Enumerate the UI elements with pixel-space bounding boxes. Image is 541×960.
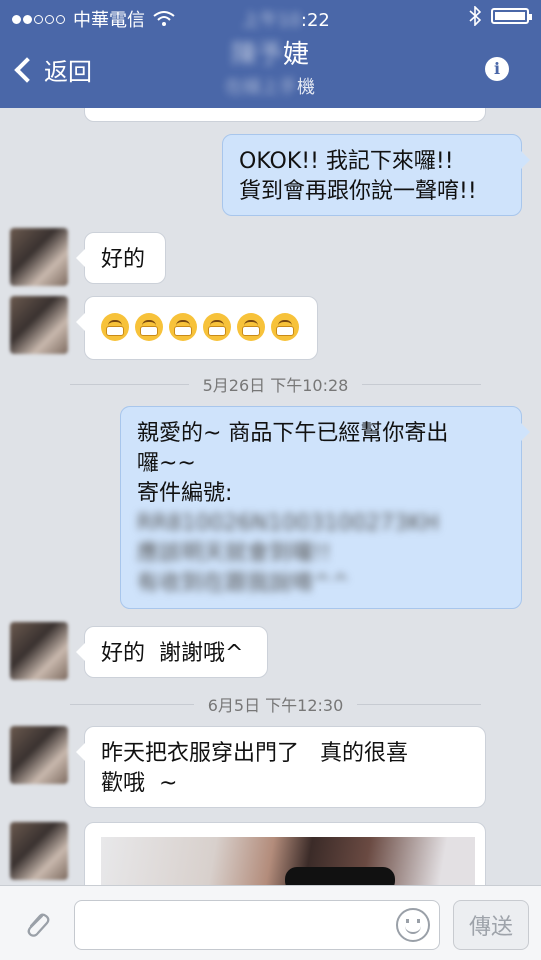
grinning-face-icon [203, 313, 231, 341]
contact-sub-visible: 機 [297, 77, 315, 98]
bluetooth-icon [469, 6, 481, 26]
wifi-icon [153, 11, 175, 26]
avatar[interactable] [10, 296, 68, 354]
contact-name-redacted: 陳予 [230, 40, 283, 70]
redacted-line: 有收到在跟我說唷^^ [137, 571, 350, 596]
grinning-face-icon [237, 313, 265, 341]
redacted-tracking-number: RR810026N1003100273KH [137, 511, 439, 536]
message-text: 好的 謝謝哦^ [101, 641, 244, 666]
signal-dots-icon [12, 14, 65, 24]
avatar[interactable] [10, 228, 68, 286]
message-line: OKOK!! 我記下來囉!! [239, 149, 454, 174]
message-bubble-outgoing: OKOK!! 我記下來囉!! 貨到會再跟你說一聲唷!! [222, 134, 530, 216]
message-bubble-incoming: 好的 [76, 232, 166, 284]
grinning-face-icon [101, 313, 129, 341]
status-bar: 中華電信 上午10:22 [12, 6, 532, 32]
photo-message[interactable] [84, 822, 486, 885]
grinning-face-icon [135, 313, 163, 341]
time-minutes: :22 [300, 10, 330, 31]
paperclip-icon[interactable] [22, 910, 52, 940]
smiley-icon[interactable] [396, 908, 430, 942]
status-right [469, 6, 532, 26]
message-bubble-incoming: 昨天把衣服穿出門了 真的很喜 歡哦 ~ [76, 726, 486, 808]
nav-header: 中華電信 上午10:22 返回 陳予婕 在線上手機 i [0, 0, 541, 108]
date-separator-label: 5月26日 下午10:28 [202, 376, 349, 395]
message-line: 寄件編號: [137, 481, 233, 506]
redacted-line: 應該明天就會到囉!! [137, 541, 331, 566]
time-hour-redacted: 上午10 [242, 10, 301, 31]
status-time: 上午10:22 [242, 6, 330, 32]
message-line: 貨到會再跟你說一聲唷!! [239, 179, 477, 204]
contact-name: 陳予婕 [190, 34, 350, 71]
battery-icon [491, 8, 532, 24]
contact-name-visible: 婕 [283, 40, 310, 70]
date-separator: 6月5日 下午12:30 [0, 692, 541, 716]
avatar[interactable] [10, 726, 68, 784]
previous-message-bubble [84, 108, 486, 122]
date-separator: 5月26日 下午10:28 [0, 372, 541, 396]
message-input[interactable] [74, 900, 440, 950]
chevron-left-icon [14, 56, 40, 83]
send-button[interactable]: 傳送 [453, 900, 529, 950]
status-left: 中華電信 [12, 6, 175, 32]
message-bubble-outgoing: 親愛的~ 商品下午已經幫你寄出 囉~~ 寄件編號: RR810026N10031… [120, 406, 530, 609]
grinning-face-icon [169, 313, 197, 341]
emoji-row [101, 313, 301, 341]
contact-sub-redacted: 在線上手 [225, 77, 297, 98]
message-line: 昨天把衣服穿出門了 真的很喜 [101, 741, 408, 766]
composer-bar: 傳送 [0, 885, 541, 960]
photo-detail [285, 867, 395, 885]
contact-title: 陳予婕 在線上手機 [190, 34, 350, 99]
info-icon[interactable]: i [485, 57, 509, 81]
message-text: 好的 [101, 247, 146, 272]
carrier-label: 中華電信 [73, 10, 145, 31]
back-label: 返回 [44, 58, 92, 86]
contact-subtitle: 在線上手機 [190, 73, 350, 99]
message-line: 親愛的~ 商品下午已經幫你寄出 [137, 421, 449, 446]
back-button[interactable]: 返回 [12, 52, 92, 87]
avatar[interactable] [10, 622, 68, 680]
date-separator-label: 6月5日 下午12:30 [207, 696, 344, 715]
message-bubble-incoming [76, 296, 318, 360]
message-line: 囉~~ [137, 451, 196, 476]
chat-thread[interactable]: OKOK!! 我記下來囉!! 貨到會再跟你說一聲唷!! 好的 5月26日 下午1… [0, 108, 541, 885]
avatar[interactable] [10, 822, 68, 880]
grinning-face-icon [271, 313, 299, 341]
message-bubble-incoming: 好的 謝謝哦^ [76, 626, 268, 678]
message-line: 歡哦 ~ [101, 771, 178, 796]
